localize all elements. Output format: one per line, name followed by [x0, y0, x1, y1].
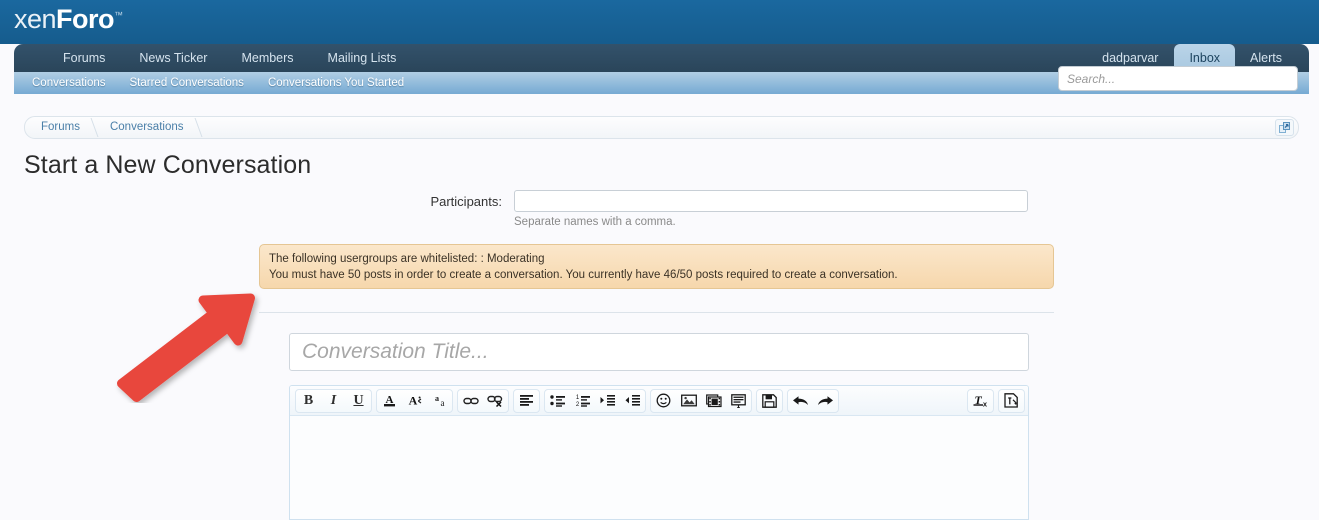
conversation-title-input[interactable] — [289, 333, 1029, 371]
subnav-item-starred-conversations[interactable]: Starred Conversations — [118, 72, 256, 94]
svg-text:2: 2 — [575, 402, 579, 407]
text-color-icon[interactable]: A — [377, 390, 402, 412]
message-editor-body[interactable] — [290, 417, 1028, 519]
logo-text-xen: xen — [14, 4, 57, 34]
bold-icon[interactable]: B — [296, 390, 321, 412]
svg-text:x: x — [983, 400, 988, 408]
undo-icon[interactable] — [788, 390, 813, 412]
insert-link-icon[interactable] — [458, 390, 483, 412]
participants-label: Participants: — [430, 194, 502, 209]
toolbar-group-draft — [756, 388, 783, 413]
remove-formatting-icon[interactable]: T x — [968, 390, 993, 412]
svg-text:a: a — [440, 398, 444, 408]
underline-icon[interactable]: U — [346, 390, 371, 412]
notice-box: The following usergroups are whitelisted… — [259, 244, 1054, 289]
toolbar-group-link — [457, 388, 509, 413]
numbered-list-icon[interactable]: 1 2 — [570, 390, 595, 412]
text-align-icon[interactable] — [514, 390, 539, 412]
toggle-bbcode-icon[interactable] — [999, 390, 1024, 412]
toolbar-group-lists: 1 2 — [544, 388, 646, 413]
insert-quote-icon[interactable] — [726, 390, 751, 412]
svg-text:a: a — [435, 394, 439, 403]
main-content: Forums Conversations Start a New Convers… — [14, 94, 1309, 520]
notice-line-whitelist: The following usergroups are whitelisted… — [269, 253, 545, 265]
logo-trademark: ™ — [114, 10, 124, 20]
nav-item-members[interactable]: Members — [224, 44, 310, 72]
redo-icon[interactable] — [813, 390, 838, 412]
toolbar-group-history — [787, 388, 839, 413]
font-family-icon[interactable]: a a — [427, 390, 452, 412]
logo-text-foro: Foro — [56, 4, 115, 34]
toolbar-group-align — [513, 388, 540, 413]
insert-image-icon[interactable] — [676, 390, 701, 412]
smilie-icon[interactable] — [651, 390, 676, 412]
toolbar-group-font: A A a a — [376, 388, 453, 413]
breadcrumb-item-forums[interactable]: Forums — [25, 117, 94, 138]
section-divider — [259, 312, 1054, 313]
notice-line-post-requirement: You must have 50 posts in order to creat… — [269, 269, 898, 281]
participants-hint: Separate names with a comma. — [514, 216, 676, 228]
participants-input[interactable] — [514, 190, 1028, 212]
site-header: xenForo™ — [0, 0, 1319, 44]
breadcrumb-item-conversations[interactable]: Conversations — [94, 117, 198, 138]
toolbar-group-remove-format: T x — [967, 388, 994, 413]
editor-toolbar: B I U A A a a 1 2 T x — [290, 386, 1028, 416]
subnav-item-conversations-you-started[interactable]: Conversations You Started — [256, 72, 416, 94]
insert-media-icon[interactable] — [701, 390, 726, 412]
nav-item-forums[interactable]: Forums — [46, 44, 122, 72]
secondary-nav-items: Conversations Starred Conversations Conv… — [20, 72, 416, 94]
bullet-list-icon[interactable] — [545, 390, 570, 412]
svg-text:1: 1 — [575, 395, 579, 401]
page-root: xenForo™ Forums News Ticker Members Mail… — [0, 0, 1319, 520]
nav-item-mailing-lists[interactable]: Mailing Lists — [311, 44, 414, 72]
message-editor: B I U A A a a 1 2 T x — [289, 385, 1029, 520]
draft-save-icon[interactable] — [757, 390, 782, 412]
svg-text:A: A — [408, 394, 417, 408]
toolbar-group-insert — [650, 388, 752, 413]
breadcrumb: Forums Conversations — [24, 116, 1299, 139]
popup-open-icon[interactable] — [1275, 119, 1294, 136]
nav-item-news-ticker[interactable]: News Ticker — [122, 44, 224, 72]
toolbar-group-bbcode — [998, 388, 1025, 413]
search-input[interactable] — [1058, 66, 1298, 91]
remove-link-icon[interactable] — [483, 390, 508, 412]
subnav-item-conversations[interactable]: Conversations — [20, 72, 118, 94]
toolbar-group-text-style: B I U — [295, 388, 372, 413]
secondary-nav: Conversations Starred Conversations Conv… — [14, 66, 1309, 94]
primary-nav-items: Forums News Ticker Members Mailing Lists — [46, 44, 413, 72]
outdent-icon[interactable] — [620, 390, 645, 412]
site-logo[interactable]: xenForo™ — [14, 4, 123, 35]
indent-icon[interactable] — [595, 390, 620, 412]
page-title: Start a New Conversation — [24, 151, 312, 179]
italic-icon[interactable]: I — [321, 390, 346, 412]
font-size-icon[interactable]: A — [402, 390, 427, 412]
